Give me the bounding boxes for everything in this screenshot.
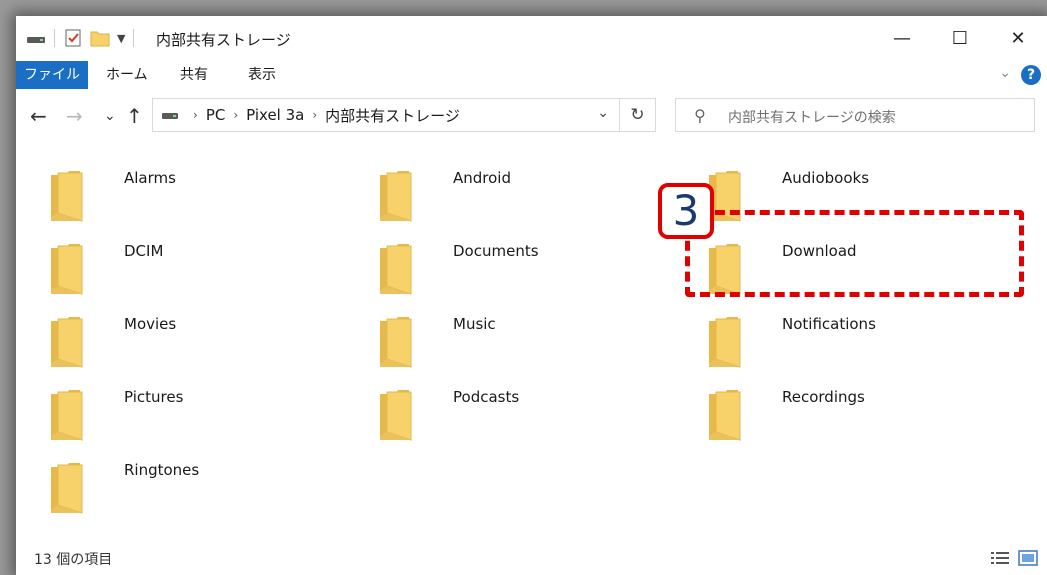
recent-locations-button[interactable]: ⌄ <box>104 104 116 128</box>
breadcrumb-item-pc[interactable]: PC <box>206 106 226 124</box>
breadcrumb-item-storage[interactable]: 内部共有ストレージ <box>325 105 460 126</box>
folder-label: DCIM <box>124 242 164 260</box>
back-button[interactable]: ← <box>30 104 47 128</box>
folder-item[interactable]: Podcasts <box>377 386 697 456</box>
folder-item[interactable]: Documents <box>377 240 697 310</box>
folder-grid: Alarms Android Audiobooks DCIM Documents Down… <box>16 145 1047 545</box>
folder-label: Podcasts <box>453 388 520 406</box>
folder-item[interactable]: Music <box>377 313 697 383</box>
help-icon[interactable]: ? <box>1021 65 1041 85</box>
folder-icon <box>380 171 412 222</box>
forward-button[interactable]: → <box>66 104 83 128</box>
search-box[interactable]: ⚲ 内部共有ストレージの検索 <box>675 98 1035 132</box>
tab-share[interactable]: 共有 <box>180 61 208 89</box>
folder-icon <box>51 463 83 514</box>
chevron-right-icon[interactable]: › <box>193 108 198 122</box>
highlight-box <box>685 210 1024 297</box>
folder-label: Pictures <box>124 388 184 406</box>
search-icon: ⚲ <box>694 106 706 125</box>
tab-file[interactable]: ファイル <box>16 61 88 89</box>
item-count: 13 個の項目 <box>34 552 113 568</box>
large-icons-view-icon[interactable] <box>1017 549 1039 567</box>
folder-icon <box>51 390 83 441</box>
step-number-badge: 3 <box>658 183 714 239</box>
folder-icon <box>51 171 83 222</box>
title-bar: ▼ 内部共有ストレージ — ☐ ✕ <box>16 16 1047 61</box>
folder-item[interactable]: Notifications <box>706 313 1026 383</box>
folder-label: Ringtones <box>124 461 200 479</box>
folder-item[interactable]: Ringtones <box>48 459 368 529</box>
folder-icon <box>380 244 412 295</box>
folder-item[interactable]: Alarms <box>48 167 368 237</box>
folder-label: Alarms <box>124 169 176 187</box>
tab-view[interactable]: 表示 <box>248 61 276 89</box>
folder-item[interactable]: Pictures <box>48 386 368 456</box>
customize-toolbar-icon[interactable]: ▼ <box>117 32 125 45</box>
folder-item[interactable]: Movies <box>48 313 368 383</box>
folder-icon <box>709 390 741 441</box>
navigation-bar: ← → ⌄ ↑ › PC › Pixel 3a › 内部共有ストレージ ⌄ ↻ … <box>16 89 1047 145</box>
explorer-window: ▼ 内部共有ストレージ — ☐ ✕ ファイル ホーム 共有 表示 ⌄ ? ← →… <box>16 16 1047 575</box>
properties-icon[interactable] <box>63 28 83 48</box>
drive-icon <box>162 113 178 119</box>
maximize-icon: ☐ <box>951 28 969 49</box>
up-button[interactable]: ↑ <box>126 104 143 128</box>
folder-icon <box>380 390 412 441</box>
details-view-icon[interactable] <box>989 549 1011 567</box>
close-icon: ✕ <box>1010 28 1026 49</box>
folder-label: Audiobooks <box>782 169 870 187</box>
refresh-button[interactable]: ↻ <box>620 98 656 132</box>
chevron-right-icon[interactable]: › <box>233 108 238 122</box>
minimize-button[interactable]: — <box>873 16 931 61</box>
ribbon-tabs: ファイル ホーム 共有 表示 ⌄ ? <box>16 61 1047 89</box>
drive-icon[interactable] <box>26 30 46 46</box>
minimize-icon: — <box>893 28 911 49</box>
folder-item[interactable]: Android <box>377 167 697 237</box>
folder-label: Documents <box>453 242 539 260</box>
search-placeholder: 内部共有ストレージの検索 <box>728 110 896 126</box>
folder-icon <box>51 244 83 295</box>
folder-item[interactable]: Recordings <box>706 386 1026 456</box>
folder-label: Movies <box>124 315 177 333</box>
tab-home[interactable]: ホーム <box>106 61 148 89</box>
chevron-down-icon[interactable]: ⌄ <box>597 105 609 121</box>
status-bar: 13 個の項目 <box>16 545 1047 575</box>
window-title: 内部共有ストレージ <box>156 31 291 49</box>
new-folder-icon[interactable] <box>89 28 111 48</box>
folder-label: Android <box>453 169 511 187</box>
close-button[interactable]: ✕ <box>989 16 1047 61</box>
breadcrumb: › PC › Pixel 3a › 内部共有ストレージ <box>161 99 460 131</box>
chevron-right-icon[interactable]: › <box>312 108 317 122</box>
folder-icon <box>380 317 412 368</box>
folder-label: Notifications <box>782 315 876 333</box>
breadcrumb-item-device[interactable]: Pixel 3a <box>246 106 304 124</box>
folder-item[interactable]: DCIM <box>48 240 368 310</box>
folder-icon <box>709 317 741 368</box>
address-bar[interactable]: › PC › Pixel 3a › 内部共有ストレージ ⌄ <box>152 98 620 132</box>
quick-access-toolbar: ▼ <box>26 28 142 48</box>
folder-icon <box>51 317 83 368</box>
folder-label: Music <box>453 315 496 333</box>
maximize-button[interactable]: ☐ <box>931 16 989 61</box>
folder-label: Recordings <box>782 388 865 406</box>
expand-ribbon-icon[interactable]: ⌄ <box>999 65 1011 81</box>
